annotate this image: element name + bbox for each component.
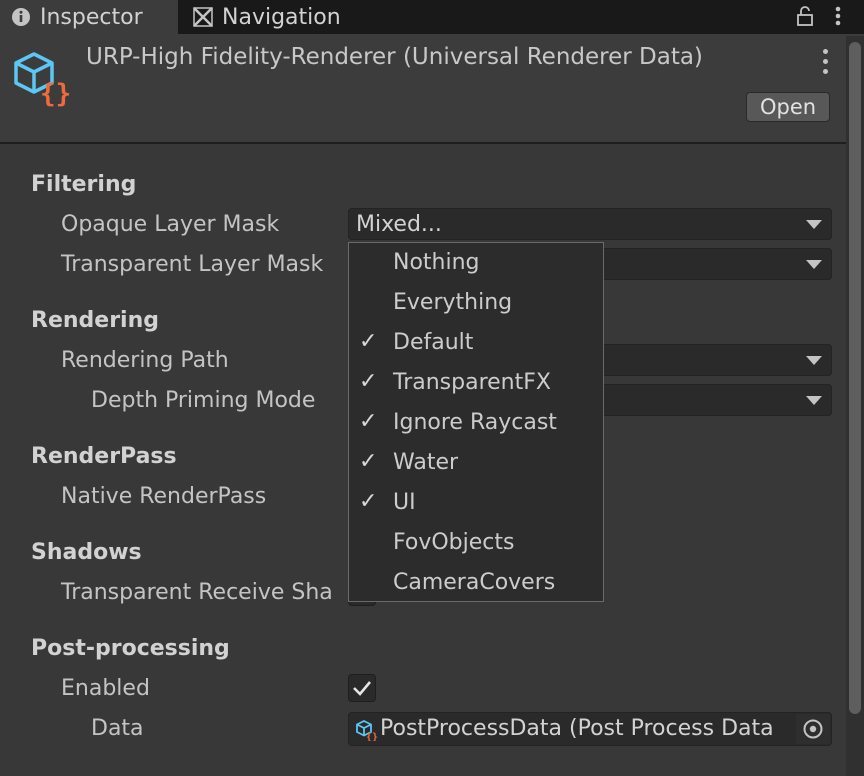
dropdown-option-label: TransparentFX (393, 370, 551, 395)
dropdown-option[interactable]: ✓ Water (349, 443, 603, 483)
dropdown-option[interactable]: FovObjects (349, 523, 603, 563)
info-icon (10, 6, 32, 28)
rendering-path-label: Rendering Path (61, 348, 229, 373)
checkmark-icon: ✓ (359, 409, 378, 434)
post-process-data-asset-icon: {} (355, 719, 379, 747)
dropdown-option[interactable]: CameraCovers (349, 563, 603, 603)
asset-title: URP-High Fidelity-Renderer (Universal Re… (86, 44, 703, 70)
chevron-down-icon (806, 396, 822, 405)
checkmark-icon: ✓ (359, 449, 378, 474)
checkmark-icon (353, 681, 371, 696)
dropdown-option[interactable]: ✓ Ignore Raycast (349, 403, 603, 443)
tab-inspector-label: Inspector (40, 4, 143, 30)
transparent-layer-mask-label: Transparent Layer Mask (61, 252, 324, 277)
dropdown-option[interactable]: ✓ Default (349, 323, 603, 363)
pp-enabled-label: Enabled (61, 676, 150, 701)
dropdown-option-label: CameraCovers (393, 570, 556, 595)
dropdown-option-label: Ignore Raycast (393, 410, 557, 435)
pp-data-label: Data (91, 716, 144, 741)
section-filtering: Filtering (31, 172, 137, 197)
svg-text:{}: {} (366, 732, 378, 741)
lock-icon[interactable] (793, 4, 817, 28)
dropdown-option-label: FovObjects (393, 530, 515, 555)
section-renderpass: RenderPass (31, 444, 177, 469)
dropdown-option-label: Default (393, 330, 474, 355)
pp-data-value: PostProcessData (Post Process Data (380, 716, 774, 741)
dropdown-option[interactable]: Everything (349, 283, 603, 323)
chevron-down-icon (806, 220, 822, 229)
native-renderpass-label: Native RenderPass (61, 484, 267, 509)
tab-navigation-label: Navigation (222, 4, 341, 30)
header-kebab-icon[interactable] (812, 46, 838, 76)
open-button[interactable]: Open (746, 92, 830, 122)
transparent-receive-shadows-label: Transparent Receive Sha (61, 580, 333, 605)
dropdown-option-label: Water (393, 450, 459, 475)
navmesh-icon (192, 6, 214, 28)
section-shadows: Shadows (31, 540, 142, 565)
dropdown-option[interactable]: ✓ TransparentFX (349, 363, 603, 403)
checkmark-icon: ✓ (359, 369, 378, 394)
scrollbar-thumb[interactable] (849, 42, 861, 714)
depth-priming-mode-label: Depth Priming Mode (91, 388, 316, 413)
dropdown-option-label: UI (393, 490, 416, 515)
chevron-down-icon (806, 260, 822, 269)
pp-enabled-checkbox[interactable] (348, 674, 376, 702)
checkmark-icon: ✓ (359, 489, 378, 514)
tab-inspector[interactable]: Inspector (0, 0, 178, 34)
dropdown-option[interactable]: Nothing (349, 243, 603, 283)
opaque-layer-mask-value: Mixed... (356, 212, 442, 237)
opaque-layer-mask-label: Opaque Layer Mask (61, 212, 280, 237)
chevron-down-icon (806, 356, 822, 365)
dropdown-option-label: Everything (393, 290, 513, 315)
checkmark-icon: ✓ (359, 329, 378, 354)
scriptable-object-icon: {} (12, 50, 72, 114)
section-post-processing: Post-processing (31, 636, 230, 661)
dropdown-option[interactable]: ✓ UI (349, 483, 603, 523)
object-picker-icon[interactable] (796, 714, 830, 744)
section-rendering: Rendering (31, 308, 159, 333)
svg-text:{}: {} (40, 79, 71, 108)
kebab-menu-icon[interactable] (826, 4, 850, 28)
dropdown-option-label: Nothing (393, 250, 480, 275)
tab-navigation[interactable]: Navigation (182, 0, 402, 34)
